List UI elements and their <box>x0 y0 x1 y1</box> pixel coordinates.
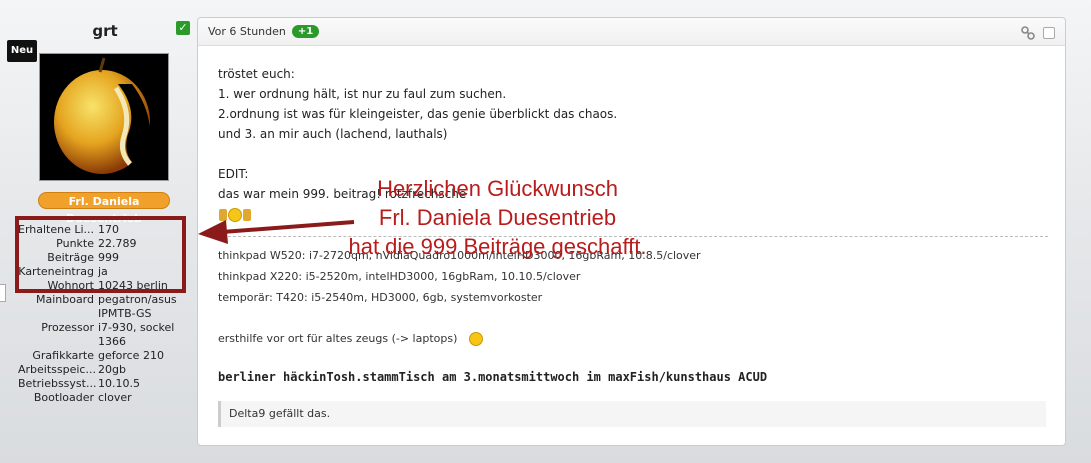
user-sidebar: Neu grt ✓ Frl. Daniela Duesentrieb Erhal… <box>0 0 195 463</box>
user-info-key: Bootloader <box>33 391 94 404</box>
user-info-key: Arbeitsspeic... <box>18 363 96 376</box>
user-info-value: i7-930, sockel 1366 <box>98 321 175 348</box>
signature-line: thinkpad X220: i5-2520m, intelHD3000, 16… <box>218 270 581 283</box>
post-select-checkbox[interactable] <box>1043 27 1055 39</box>
permalink-icon[interactable] <box>1021 26 1035 40</box>
user-info-row: Prozessor i7-930, sockel 1366 <box>18 321 193 349</box>
help-text: ersthilfe vor ort für altes zeugs (-> la… <box>218 332 458 345</box>
collapse-handle[interactable] <box>0 284 6 302</box>
post-line: und 3. an mir auch (lachend, lauthals) <box>218 127 448 141</box>
rank-badge: Frl. Daniela Duesentrieb <box>38 192 170 225</box>
annotation-arrow-icon <box>198 220 355 244</box>
congrats-line-1: Herzlichen Glückwunsch <box>377 176 618 201</box>
post-time-link[interactable]: Vor 6 Stunden <box>208 25 286 38</box>
user-avatar[interactable] <box>39 53 169 181</box>
user-info-key: Grafikkarte <box>32 349 94 362</box>
username-link[interactable]: grt <box>40 22 170 40</box>
apple-avatar-image <box>40 54 168 180</box>
user-info-key: Mainboard <box>35 293 94 306</box>
user-info-value: geforce 210 <box>98 349 164 362</box>
user-info-key: Prozessor <box>41 321 94 334</box>
user-info-row: Grafikkarte geforce 210 <box>18 349 193 363</box>
stammtisch-text: berliner häckinTosh.stammTisch am 3.mona… <box>218 370 768 384</box>
plus-one-badge[interactable]: +1 <box>291 25 320 38</box>
user-info-value: 10.10.5 <box>98 377 140 390</box>
post-line: 1. wer ordnung hält, ist nur zu faul zum… <box>218 87 507 101</box>
user-info-value: clover <box>98 391 132 404</box>
user-info-row: Mainboard pegatron/asus IPMTB-GS <box>18 293 193 321</box>
likes-text[interactable]: Delta9 gefällt das. <box>229 407 330 420</box>
likes-bar: Delta9 gefällt das. <box>218 401 1046 427</box>
congrats-line-2: Frl. Daniela Duesentrieb <box>378 205 617 230</box>
new-badge: Neu <box>7 40 37 62</box>
congrats-line-3: hat die 999 Beiträge geschafft. <box>348 234 647 259</box>
cool-smiley-icon <box>468 332 483 346</box>
user-info-key: Betriebssyst... <box>18 377 97 390</box>
online-check-icon: ✓ <box>176 21 190 35</box>
user-info-row: Bootloader clover <box>18 391 193 405</box>
signature-line: temporär: T420: i5-2540m, HD3000, 6gb, s… <box>218 291 543 304</box>
post-line: 2.ordnung ist was für kleingeister, das … <box>218 107 618 121</box>
user-info-value: 20gb <box>98 363 126 376</box>
user-info-row: Arbeitsspeic... 20gb <box>18 363 193 377</box>
post-header: Vor 6 Stunden +1 <box>198 18 1065 46</box>
post-line: tröstet euch: <box>218 67 295 81</box>
user-info-value: pegatron/asus IPMTB-GS <box>98 293 177 320</box>
user-info-row: Betriebssyst... 10.10.5 <box>18 377 193 391</box>
annotation-highlight-box <box>15 216 186 293</box>
congratulations-overlay: Herzlichen Glückwunsch Frl. Daniela Dues… <box>330 174 665 261</box>
